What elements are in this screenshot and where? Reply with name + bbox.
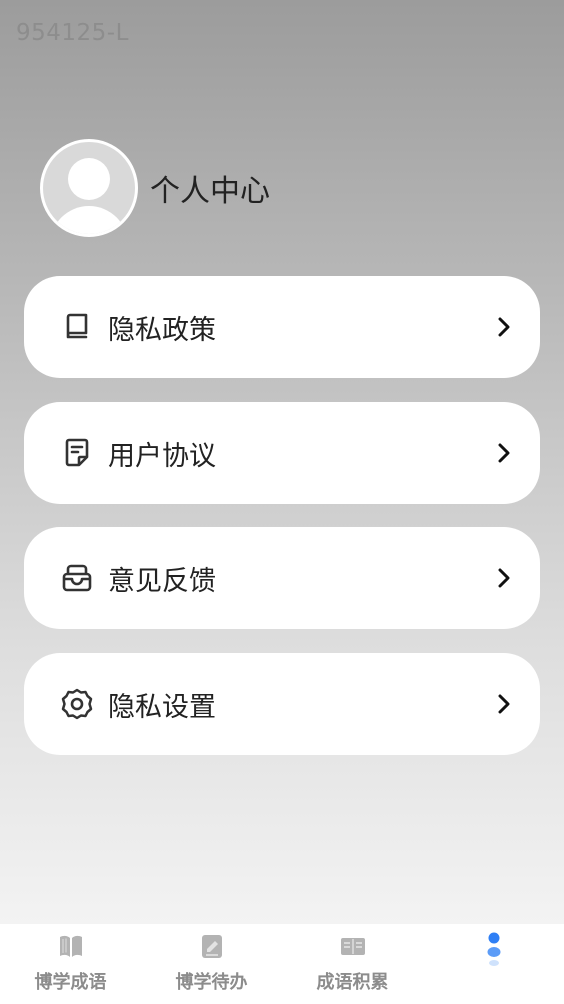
bottom-tab-bar: 博学成语 博学待办 成语积累: [0, 924, 564, 1004]
menu-item-label: 隐私政策: [108, 314, 216, 346]
menu-item-privacy-policy[interactable]: 隐私政策: [24, 276, 540, 378]
reader-icon: [340, 938, 365, 955]
menu-item-label: 意见反馈: [108, 565, 216, 597]
tab-accumulate[interactable]: 成语积累: [282, 924, 423, 1004]
chevron-right-icon: [498, 443, 510, 463]
chevron-right-icon: [498, 694, 510, 714]
chevron-right-icon: [498, 568, 510, 588]
watermark-text: 954125-L: [16, 20, 129, 46]
tab-label: 博学待办: [175, 972, 248, 993]
profile-dots-icon: [487, 932, 500, 966]
tab-todo[interactable]: 博学待办: [141, 924, 282, 1004]
gear-icon: [61, 688, 93, 720]
tab-idioms[interactable]: 博学成语: [0, 924, 141, 1004]
tab-label: 成语积累: [316, 972, 389, 993]
avatar-body-shape: [50, 206, 128, 234]
notepad-icon: [201, 935, 222, 958]
book-open-icon: [59, 935, 82, 957]
menu-item-label: 用户协议: [108, 440, 216, 472]
document-icon: [65, 438, 89, 467]
profile-header: 个人中心: [40, 139, 270, 237]
avatar[interactable]: [40, 139, 138, 237]
inbox-icon: [62, 564, 92, 592]
tab-profile[interactable]: [423, 924, 564, 1004]
avatar-head-shape: [68, 158, 110, 200]
book-icon: [66, 313, 88, 339]
menu-item-feedback[interactable]: 意见反馈: [24, 527, 540, 629]
tab-label: 博学成语: [34, 972, 107, 993]
menu-item-privacy-settings[interactable]: 隐私设置: [24, 653, 540, 755]
menu-item-label: 隐私设置: [108, 691, 216, 723]
chevron-right-icon: [498, 317, 510, 337]
menu-item-user-agreement[interactable]: 用户协议: [24, 402, 540, 504]
page-title: 个人中心: [150, 174, 270, 209]
